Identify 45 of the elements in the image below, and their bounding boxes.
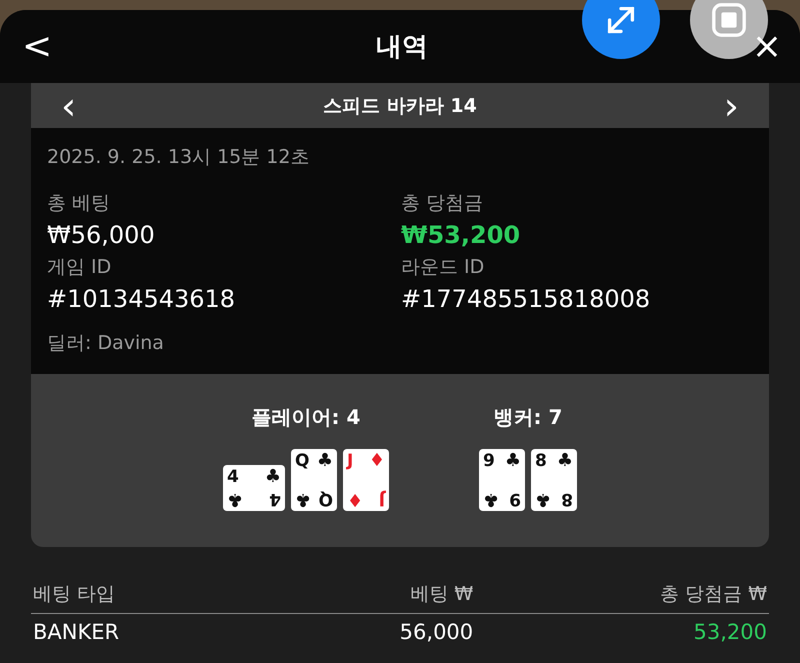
hand-score: 뱅커: 7 [494, 404, 562, 431]
previous-button[interactable]: ‹ [55, 86, 82, 124]
field-value: ₩53,200 [401, 220, 522, 251]
close-button[interactable]: × [748, 28, 786, 64]
card-rank: 9 [509, 490, 521, 508]
card-rank: Q [295, 452, 310, 470]
back-button[interactable]: < [18, 28, 56, 64]
column-header: 베팅 타입 [31, 581, 270, 614]
field-value: #10134543618 [47, 284, 236, 315]
card-suit: ♣ [264, 468, 281, 486]
next-button[interactable]: › [718, 86, 745, 124]
card-rank: 8 [561, 490, 573, 508]
date-time: 2025. 9. 25. 13시 15분 12초 [47, 145, 310, 170]
column-header: 총 당첨금 ₩ [475, 581, 769, 614]
card-rank: 8 [535, 452, 547, 470]
table-cell: 56,000 [270, 614, 476, 644]
field-value: #177485515818008 [401, 284, 652, 315]
field-label: 라운드 ID [401, 255, 486, 280]
table-cell: 53,200 [475, 614, 769, 644]
field-label: 총 베팅 [47, 191, 112, 216]
hand-score: 플레이어: 4 [252, 404, 360, 431]
game-title: 스피드 바카라 14 [323, 94, 477, 118]
stop-icon [710, 1, 748, 39]
card-rank: 4 [269, 490, 281, 508]
table-cell: BANKER [31, 614, 270, 644]
card-rank: 4 [227, 468, 239, 486]
card-rank: J [347, 452, 354, 470]
card-suit: ♦ [368, 452, 385, 470]
card-suit: ♣ [504, 452, 521, 470]
field-label: 게임 ID [47, 255, 112, 280]
window-title: 내역 [376, 31, 428, 64]
card-suit: ♣ [483, 490, 500, 508]
card-suit: ♣ [556, 452, 573, 470]
field-label: 총 당첨금 [401, 191, 484, 216]
card-rank: J [378, 490, 385, 508]
dealer-name: 딜러: Davina [47, 331, 165, 356]
column-header: 베팅 ₩ [270, 581, 476, 614]
card-suit: ♣ [316, 452, 333, 470]
card-rank: Q [318, 490, 333, 508]
card-suit: ♣ [295, 490, 312, 508]
card-suit: ♣ [535, 490, 552, 508]
card-suit: ♣ [227, 490, 244, 508]
card-rank: 9 [483, 452, 495, 470]
card-suit: ♦ [347, 490, 364, 508]
field-value: ₩56,000 [47, 220, 156, 251]
